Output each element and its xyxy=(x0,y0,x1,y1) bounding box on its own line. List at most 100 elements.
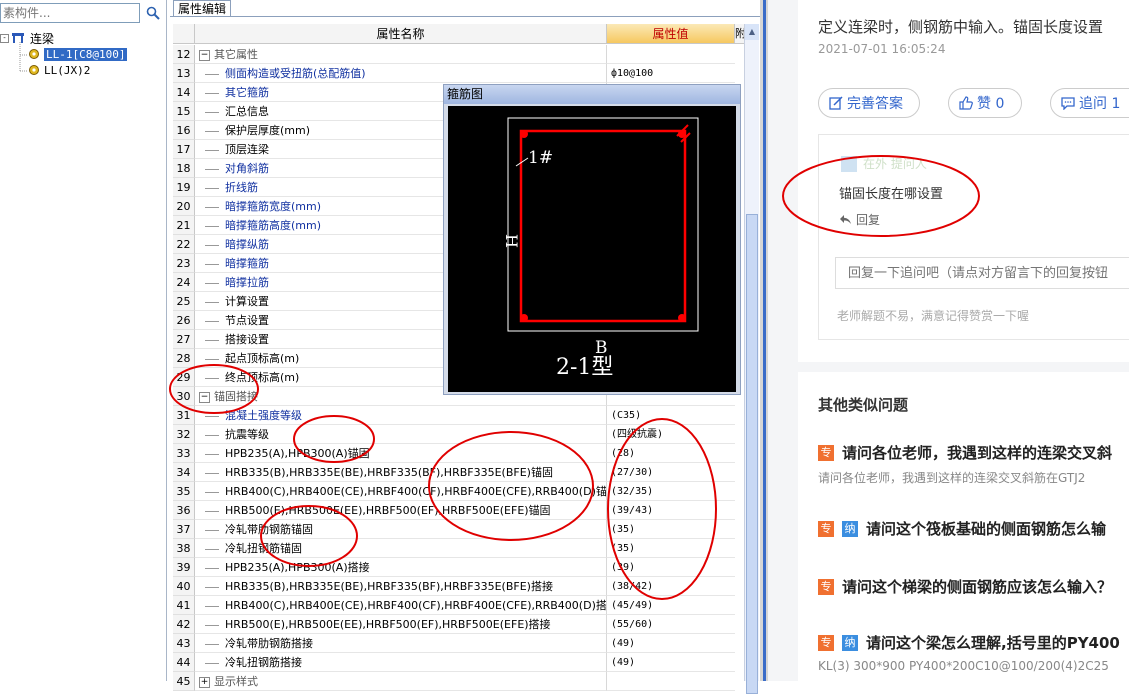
property-value-cell[interactable]: (39/43) xyxy=(607,501,735,520)
property-label: HRB400(C),HRB400E(CE),HRBF400(CF),HRBF40… xyxy=(225,599,607,612)
property-label: HRB400(C),HRB400E(CE),HRBF400(CF),HRBF40… xyxy=(225,485,607,498)
search-icon[interactable] xyxy=(143,3,163,23)
property-row[interactable]: 34 HRB335(B),HRB335E(BE),HRBF335(BF),HRBF… xyxy=(173,463,735,482)
property-value-cell[interactable]: (35) xyxy=(607,539,735,558)
similar-question-title[interactable]: 请问这个梯梁的侧面钢筋应该怎么输入？ xyxy=(842,576,1112,597)
property-row[interactable]: 43 冷轧带肋钢筋搭接 (49) xyxy=(173,634,735,653)
property-row[interactable]: 32 抗震等级 (四级抗震) xyxy=(173,425,735,444)
property-label: 节点设置 xyxy=(225,314,269,327)
property-row[interactable]: 12− 其它属性 xyxy=(173,45,735,64)
tree-connector xyxy=(205,377,219,379)
property-label: HRB500(E),HRB500E(EE),HRBF500(EF),HRBF50… xyxy=(225,618,551,631)
property-row[interactable]: 45 + 显示样式 xyxy=(173,672,735,691)
property-name-cell: HPB235(A),HPB300(A)锚固 xyxy=(195,444,607,463)
property-value-cell[interactable]: (35) xyxy=(607,520,735,539)
row-number: 30 xyxy=(173,387,195,406)
label-h: H xyxy=(502,234,521,248)
property-value-cell[interactable]: (49) xyxy=(607,653,735,672)
property-row[interactable]: 44 冷轧扭钢筋搭接 (49) xyxy=(173,653,735,672)
tree-connector xyxy=(205,624,219,626)
property-label: HPB235(A),HPB300(A)锚固 xyxy=(225,447,370,460)
like-button[interactable]: 赞 0 xyxy=(948,88,1022,118)
property-value-cell[interactable] xyxy=(607,45,735,64)
header-property-value[interactable]: 属性值 xyxy=(607,24,735,44)
component-search-input[interactable] xyxy=(0,3,140,23)
similar-question-item[interactable]: 专请问这个梯梁的侧面钢筋应该怎么输入？ xyxy=(818,576,1129,597)
vertical-scrollbar[interactable]: ▲ xyxy=(744,24,759,694)
property-row[interactable]: 41 HRB400(C),HRB400E(CE),HRBF400(CF),HRBF… xyxy=(173,596,735,615)
follow-up-button[interactable]: 追问 1 xyxy=(1050,88,1129,118)
property-value-cell[interactable]: (C35) xyxy=(607,406,735,425)
tree-connector xyxy=(205,529,219,531)
property-row[interactable]: 42 HRB500(E),HRB500E(EE),HRBF500(EF),HRBF… xyxy=(173,615,735,634)
collapse-icon[interactable]: − xyxy=(199,391,210,403)
property-label: 暗撑箍筋高度(mm) xyxy=(225,219,322,232)
tree-item-ll-1[interactable]: LL-1[C8@100] xyxy=(28,46,128,62)
property-value-cell[interactable] xyxy=(607,672,735,691)
property-row[interactable]: 38 冷轧扭钢筋锚固 (35) xyxy=(173,539,735,558)
property-row[interactable]: 37 冷轧带肋钢筋锚固 (35) xyxy=(173,520,735,539)
property-row[interactable]: 40 HRB335(B),HRB335E(BE),HRBF335(BF),HRBF… xyxy=(173,577,735,596)
property-value-cell[interactable]: (四级抗震) xyxy=(607,425,735,444)
reply-label: 回复 xyxy=(856,213,881,227)
row-number: 22 xyxy=(173,235,195,254)
property-name-cell: − 其它属性 xyxy=(195,45,607,64)
collapse-icon[interactable]: − xyxy=(199,49,210,61)
reply-link[interactable]: 回复 xyxy=(839,211,880,228)
similar-question-line: 专请问这个梯梁的侧面钢筋应该怎么输入？ xyxy=(818,576,1129,597)
property-row[interactable]: 39 HPB235(A),HPB300(A)搭接 (39) xyxy=(173,558,735,577)
qa-web-panel: 定义连梁时，侧钢筋中输入。锚固长度设置 2021-07-01 16:05:24 … xyxy=(768,0,1129,681)
tree-connector xyxy=(205,453,219,455)
property-value-cell[interactable]: (45/49) xyxy=(607,596,735,615)
complete-answer-button[interactable]: 完善答案 xyxy=(818,88,920,118)
row-number: 44 xyxy=(173,653,195,672)
property-label: 冷轧扭钢筋搭接 xyxy=(225,656,302,669)
follow-up-user: 在外 提问人 xyxy=(841,155,927,172)
tree-connector xyxy=(205,358,219,360)
expand-icon[interactable]: + xyxy=(199,676,210,688)
row-number: 28 xyxy=(173,349,195,368)
property-row[interactable]: 31 混凝土强度等级 (C35) xyxy=(173,406,735,425)
tree-connector xyxy=(205,434,219,436)
property-value-cell[interactable]: (38/42) xyxy=(607,577,735,596)
similar-question-item[interactable]: 专纳请问这个梁怎么理解,括号里的PY400 KL(3) 300*900 PY400… xyxy=(818,632,1129,673)
property-value-cell[interactable]: (27/30) xyxy=(607,463,735,482)
property-name-cell: 混凝土强度等级 xyxy=(195,406,607,425)
property-label: 计算设置 xyxy=(225,295,269,308)
corner-bar xyxy=(520,130,528,138)
property-row[interactable]: 13 侧面构造或受扭筋(总配筋值) ф10@100 xyxy=(173,64,735,83)
tab-property-edit[interactable]: 属性编辑 xyxy=(173,0,232,17)
follow-up-question: 锚固长度在哪设置 xyxy=(839,187,944,202)
popup-title[interactable]: 箍筋图 xyxy=(444,85,740,104)
property-name-cell: 抗震等级 xyxy=(195,425,607,444)
similar-question-title[interactable]: 请问各位老师，我遇到这样的连梁交叉斜 xyxy=(842,442,1112,463)
property-value-cell[interactable]: (32/35) xyxy=(607,482,735,501)
similar-question-title[interactable]: 请问这个梁怎么理解,括号里的PY400 xyxy=(866,632,1120,653)
follow-up-user-name: 在外 提问人 xyxy=(863,157,927,171)
header-property-name[interactable]: 属性名称 xyxy=(195,24,607,44)
property-label: 起点顶标高(m) xyxy=(225,352,300,365)
similar-question-item[interactable]: 专纳请问这个筏板基础的侧面钢筋怎么输 xyxy=(818,518,1129,539)
property-label: HPB235(A),HPB300(A)搭接 xyxy=(225,561,370,574)
similar-question-item[interactable]: 专请问各位老师，我遇到这样的连梁交叉斜 请问各位老师，我遇到这样的连梁交叉斜筋在G… xyxy=(818,442,1129,486)
edit-icon xyxy=(829,96,843,110)
tree-connector xyxy=(205,149,219,151)
property-label: 暗撑箍筋宽度(mm) xyxy=(225,200,322,213)
property-value-cell[interactable]: ф10@100 xyxy=(607,64,735,83)
similar-questions: 其他类似问题 专请问各位老师，我遇到这样的连梁交叉斜 请问各位老师，我遇到这样的连… xyxy=(798,372,1129,681)
property-row[interactable]: 36 HRB500(E),HRB500E(EE),HRBF500(EF),HRBF… xyxy=(173,501,735,520)
property-label: 顶层连梁 xyxy=(225,143,269,156)
property-value-cell[interactable]: (39) xyxy=(607,558,735,577)
row-number: 33 xyxy=(173,444,195,463)
scroll-up-icon[interactable]: ▲ xyxy=(745,24,759,40)
property-value-cell[interactable]: (49) xyxy=(607,634,735,653)
property-row[interactable]: 35 HRB400(C),HRB400E(CE),HRBF400(CF),HRBF… xyxy=(173,482,735,501)
property-value-cell[interactable]: (55/60) xyxy=(607,615,735,634)
row-number: 25 xyxy=(173,292,195,311)
scrollbar-thumb[interactable] xyxy=(746,214,758,694)
property-label: 暗撑箍筋 xyxy=(225,257,269,270)
follow-up-reply-input[interactable] xyxy=(835,257,1129,289)
property-row[interactable]: 33 HPB235(A),HPB300(A)锚固 (28) xyxy=(173,444,735,463)
property-value-cell[interactable]: (28) xyxy=(607,444,735,463)
similar-question-title[interactable]: 请问这个筏板基础的侧面钢筋怎么输 xyxy=(866,518,1106,539)
